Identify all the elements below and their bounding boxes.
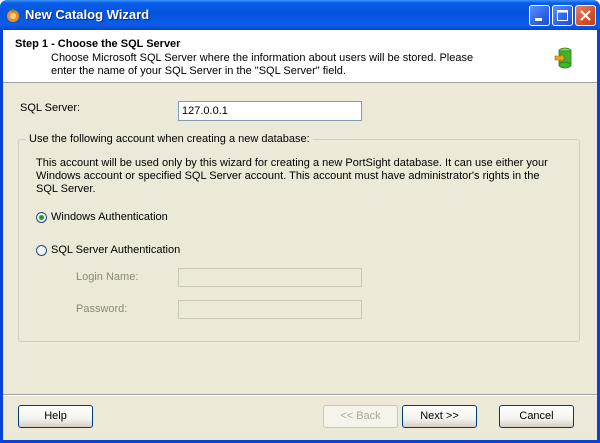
window-title: New Catalog Wizard xyxy=(25,7,150,22)
next-button[interactable]: Next >> xyxy=(402,405,477,428)
sql-server-input[interactable] xyxy=(178,101,362,121)
wizard-header: Step 1 - Choose the SQL Server Choose Mi… xyxy=(3,30,597,83)
database-arrow-icon xyxy=(554,47,572,69)
sql-auth-radio[interactable] xyxy=(36,245,47,256)
app-icon xyxy=(7,8,19,22)
maximize-icon xyxy=(557,10,568,21)
cancel-button[interactable]: Cancel xyxy=(499,405,574,428)
password-input[interactable] xyxy=(178,300,362,319)
help-button[interactable]: Help xyxy=(18,405,93,428)
account-group-legend: Use the following account when creating … xyxy=(26,133,313,145)
minimize-icon xyxy=(535,18,542,21)
account-note: This account will be used only by this w… xyxy=(36,157,548,195)
password-label: Password: xyxy=(76,303,128,315)
title-bar[interactable]: New Catalog Wizard xyxy=(0,0,600,30)
maximize-button[interactable] xyxy=(552,5,573,26)
close-icon xyxy=(580,10,591,21)
sql-auth-label[interactable]: SQL Server Authentication xyxy=(51,244,180,256)
wizard-window: New Catalog Wizard Step 1 - Choose the S… xyxy=(0,0,600,443)
sql-server-label: SQL Server: xyxy=(20,102,81,114)
back-button[interactable]: << Back xyxy=(323,405,398,428)
footer-divider xyxy=(3,394,597,396)
step-title: Step 1 - Choose the SQL Server xyxy=(15,38,181,50)
radio-selected-dot xyxy=(39,215,44,220)
minimize-button[interactable] xyxy=(529,5,550,26)
windows-auth-radio[interactable] xyxy=(36,212,47,223)
close-button[interactable] xyxy=(575,5,596,26)
step-description: Choose Microsoft SQL Server where the in… xyxy=(51,52,474,77)
login-name-label: Login Name: xyxy=(76,271,139,283)
login-name-input[interactable] xyxy=(178,268,362,287)
windows-auth-label[interactable]: Windows Authentication xyxy=(51,211,168,223)
